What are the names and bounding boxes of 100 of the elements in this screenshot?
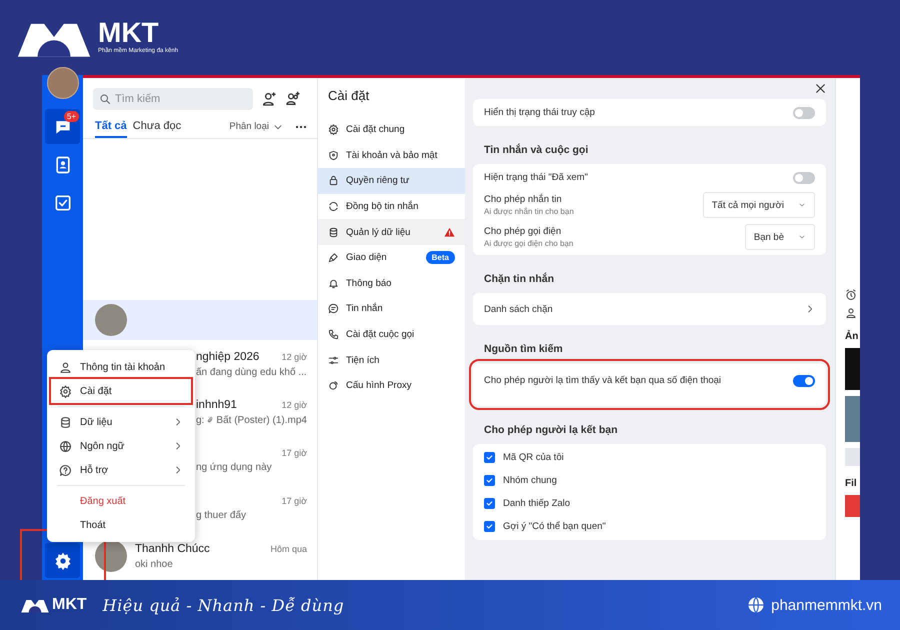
checkbox-icon [52, 192, 72, 212]
conversation-row[interactable] [83, 300, 317, 340]
menu-item[interactable]: Cài đặt [51, 379, 191, 403]
settings-menu-item[interactable]: Đồng bộ tin nhắn [318, 194, 465, 220]
setting-label: Cho phép nhắn tin [484, 194, 563, 205]
settings-menu-item[interactable]: Cài đặt cuộc gọi [318, 322, 465, 348]
checkbox-label: Mã QR của tôi [503, 452, 564, 463]
timestamp: Hôm qua [270, 544, 307, 554]
image-thumbnail[interactable] [845, 348, 860, 390]
setting-label: Hiển thị trạng thái truy cập [484, 107, 595, 118]
checkbox-label: Gợi ý "Có thể bạn quen" [503, 521, 606, 532]
toggle-switch[interactable] [793, 106, 815, 118]
settings-icon [52, 550, 72, 570]
settings-menu-item[interactable]: Tài khoản và bảo mật [318, 142, 465, 168]
section-heading: Nguồn tìm kiếm [483, 342, 564, 357]
checkbox[interactable] [484, 521, 495, 532]
settings-menu-item[interactable]: Thông báo [318, 270, 465, 296]
checkmark-icon [485, 522, 494, 531]
timestamp: 17 giờ [282, 496, 307, 506]
signal-icon [328, 380, 339, 392]
lock-icon [328, 175, 339, 186]
toggle-switch[interactable] [793, 374, 815, 386]
globe-icon [59, 440, 72, 452]
checkmark-icon [485, 499, 494, 508]
help-icon [59, 464, 72, 476]
setting-label: Cho phép gọi điện [484, 226, 562, 237]
section-heading: Fil [845, 478, 857, 489]
avatar[interactable] [46, 67, 78, 99]
settings-menu-item[interactable]: Cài đặt chung [318, 117, 465, 143]
contact-name: Thanhh Chúcc [135, 542, 210, 554]
section-heading: Tin nhắn và cuộc gọi [483, 142, 590, 158]
slogan: Hiệu quả - Nhanh - Dễ dùng [102, 596, 344, 614]
search-field[interactable]: Tìm kiếm [93, 88, 253, 110]
checkbox[interactable] [484, 452, 495, 463]
menu-item[interactable]: Thông tin tài khoản [51, 355, 191, 379]
dialog-title: Cài đặt [327, 87, 370, 105]
tab[interactable]: Chưa đọc [132, 120, 182, 138]
sliders-icon [328, 354, 339, 366]
section-heading: Cho phép người lạ kết bạn [483, 423, 618, 438]
checkbox[interactable] [484, 498, 495, 509]
timestamp: 17 giờ [282, 448, 307, 458]
rail-button[interactable]: 5+ [45, 109, 80, 144]
message-preview: g thuer đấy [196, 510, 246, 520]
contact-name: inhnh91 [196, 398, 237, 410]
settings-icon [328, 124, 339, 136]
website-link[interactable]: phanmemmkt.vn [771, 596, 882, 614]
checkbox[interactable] [484, 475, 495, 486]
filter-dropdown[interactable]: Phân loại [229, 121, 283, 137]
message-preview: ng ứng dụng này [196, 462, 272, 472]
setting-label: Hiện trạng thái "Đã xem" [484, 172, 588, 183]
brush-icon [328, 252, 339, 264]
badge: Beta [426, 251, 455, 264]
message-preview: g: [196, 414, 204, 426]
paperclip-icon [207, 415, 214, 425]
contact-name: nghiệp 2026 [196, 350, 260, 362]
menu-item[interactable]: Hỗ trợ [51, 458, 191, 482]
alarm-clock-icon[interactable] [845, 289, 857, 301]
toggle-switch[interactable] [793, 172, 815, 184]
message-preview: oki nhoe [135, 558, 173, 570]
section-heading: Chặn tin nhắn [483, 272, 555, 287]
dropdown[interactable]: Bạn bè [744, 224, 815, 250]
checkbox-label: Nhóm chung [503, 475, 557, 486]
database-icon [59, 416, 72, 428]
chat-bubble-icon [328, 303, 339, 314]
section-heading: Ản [845, 331, 858, 342]
avatar-photo [95, 304, 127, 336]
close-icon[interactable] [814, 82, 827, 95]
menu-item[interactable]: Ngôn ngữ [51, 434, 191, 458]
settings-menu-item[interactable]: Quyền riêng tư [318, 168, 465, 194]
setting-label: Cho phép người lạ tìm thấy và kết bạn qua số điện thoại [484, 375, 722, 386]
database-icon [328, 226, 339, 238]
setting-description: Ai được nhắn tin cho bạn [484, 207, 574, 216]
warning-icon [444, 226, 455, 238]
dropdown[interactable]: Tất cả mọi người [702, 192, 815, 218]
message-preview: ấn đang dùng edu khố ... [196, 366, 307, 378]
menu-item[interactable]: Dữ liệu [51, 410, 191, 434]
list-row[interactable]: Danh sách chặn [484, 295, 815, 323]
menu-item[interactable]: Đăng xuất [51, 489, 191, 513]
bell-icon [328, 278, 339, 289]
chevron-down-icon [798, 201, 806, 209]
settings-button[interactable] [45, 543, 80, 578]
settings-menu-item[interactable]: Tiện ích [318, 347, 465, 373]
chevron-down-icon [798, 233, 806, 241]
tab[interactable]: Tất cả [95, 120, 127, 138]
phone-icon [328, 329, 339, 340]
person-icon [59, 360, 72, 374]
settings-menu-item[interactable]: Quản lý dữ liệu [318, 219, 465, 245]
shield-icon [328, 150, 339, 161]
settings-icon [59, 384, 72, 398]
timestamp: 12 giờ [282, 400, 307, 410]
globe-icon [747, 596, 766, 614]
setting-description: Ai được gọi điện cho bạn [484, 239, 574, 248]
settings-menu-item[interactable]: Tin nhắn [318, 296, 465, 322]
add-group-icon[interactable] [285, 91, 301, 107]
logo-text: MKT [98, 19, 159, 47]
settings-menu-item[interactable]: Cấu hình Proxy [318, 372, 465, 399]
settings-menu-item[interactable]: Giao diện Beta [318, 244, 465, 271]
person-icon[interactable] [845, 307, 857, 319]
checkmark-icon [485, 476, 494, 485]
add-person-icon[interactable] [261, 91, 277, 107]
